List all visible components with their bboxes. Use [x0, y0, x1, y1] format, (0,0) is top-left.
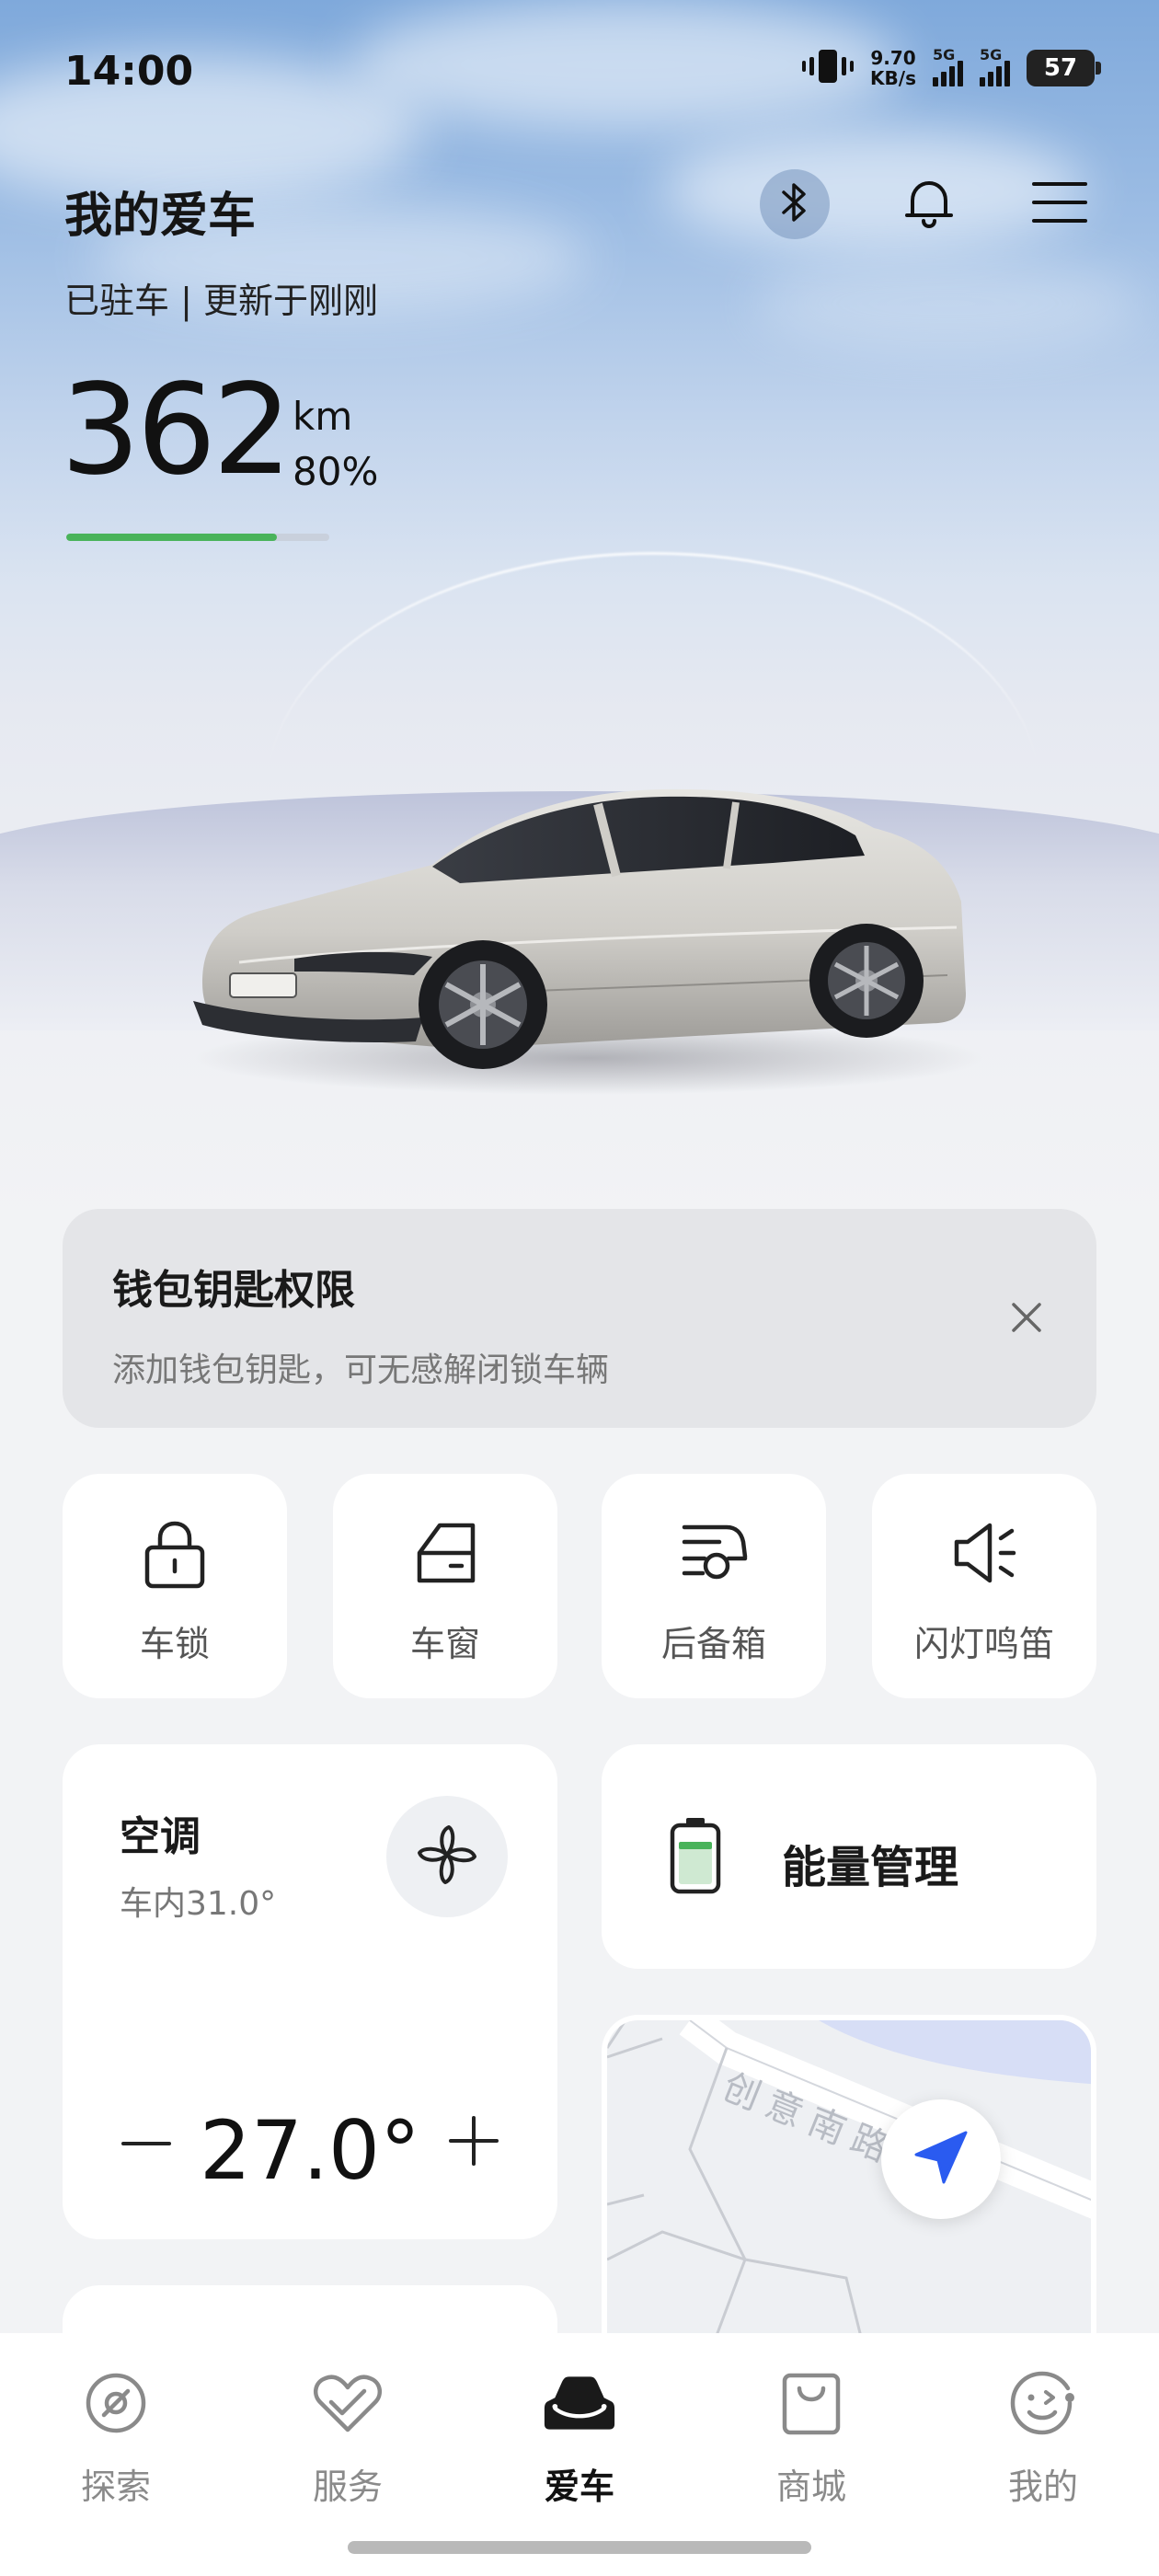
status-time: 14:00 [64, 48, 194, 95]
net-speed-value: 9.70 [870, 47, 916, 69]
tab-shop-label: 商城 [775, 2467, 846, 2507]
car-icon [543, 2366, 616, 2440]
battery-level-icon [670, 1816, 721, 1899]
notifications-button[interactable] [894, 169, 964, 239]
page-title: 我的爱车 [64, 189, 257, 244]
menu-button[interactable] [1025, 169, 1095, 239]
lock-icon [129, 1507, 221, 1599]
status-bar: 14:00 9.70 KB/s 5G 5G 57 [0, 0, 1159, 156]
climate-title: 空调 [120, 1813, 201, 1860]
tab-shop[interactable]: 商城 [738, 2366, 885, 2523]
range-value: 362 [61, 358, 293, 503]
plus-icon [449, 2116, 499, 2169]
climate-card[interactable]: 空调 车内31.0° 27.0° [63, 1744, 557, 2239]
climate-power-button[interactable] [386, 1796, 508, 1917]
battery-progress-fill [66, 534, 277, 541]
tab-explore[interactable]: 探索 [42, 2366, 189, 2523]
lock-control-button[interactable]: 车锁 [63, 1474, 287, 1698]
navigation-arrow-icon [909, 2125, 973, 2193]
explore-icon [79, 2366, 153, 2440]
temperature-decrease-button[interactable] [114, 2110, 178, 2175]
temperature-increase-button[interactable] [442, 2110, 506, 2175]
fan-icon [412, 1820, 482, 1893]
horn-icon [938, 1507, 1030, 1599]
wallet-key-description: 添加钱包钥匙，可无感解闭锁车辆 [112, 1351, 610, 1389]
window-control-label: 车窗 [409, 1624, 480, 1664]
energy-management-label: 能量管理 [782, 1842, 959, 1893]
trunk-control-button[interactable]: 后备箱 [602, 1474, 826, 1698]
signal-1-tag: 5G [933, 46, 956, 63]
flash-horn-control-button[interactable]: 闪灯鸣笛 [872, 1474, 1096, 1698]
shop-icon [775, 2366, 848, 2440]
tab-explore-label: 探索 [80, 2467, 151, 2507]
trunk-icon [668, 1507, 760, 1599]
home-indicator[interactable] [348, 2541, 811, 2554]
signal-1-icon: 5G [933, 46, 963, 86]
status-indicators: 9.70 KB/s 5G 5G 57 [802, 46, 1101, 88]
trunk-control-label: 后备箱 [660, 1624, 766, 1664]
minus-icon [121, 2134, 171, 2152]
menu-icon [1032, 175, 1087, 234]
flash-horn-control-label: 闪灯鸣笛 [913, 1624, 1054, 1664]
vibrate-icon [802, 48, 855, 88]
battery-percent: 80% [293, 449, 379, 494]
tab-profile[interactable]: 我的 [970, 2366, 1117, 2523]
wallet-key-title: 钱包钥匙权限 [112, 1267, 355, 1314]
tab-profile-label: 我的 [1007, 2467, 1078, 2507]
energy-management-card[interactable]: 能量管理 [602, 1744, 1096, 1969]
tab-service[interactable]: 服务 [274, 2366, 421, 2523]
battery-indicator: 57 [1027, 50, 1101, 86]
battery-progress-bar [66, 534, 329, 541]
bluetooth-icon [776, 179, 813, 229]
car-image[interactable] [184, 754, 993, 1104]
park-status: 已驻车 | 更新于刚刚 [64, 281, 378, 321]
bottom-tab-bar: 探索 服务 爱车 商城 我的 [0, 2333, 1159, 2576]
profile-icon [1006, 2366, 1080, 2440]
signal-2-tag: 5G [980, 46, 1003, 63]
bell-icon [900, 173, 958, 236]
close-icon [1004, 1303, 1049, 1343]
navigate-button[interactable] [881, 2099, 1001, 2219]
inside-temperature: 车内31.0° [120, 1885, 277, 1923]
net-speed: 9.70 KB/s [870, 48, 916, 88]
tab-car-label: 爱车 [544, 2467, 614, 2507]
tab-car[interactable]: 爱车 [506, 2366, 653, 2523]
wallet-banner-close-button[interactable] [1004, 1295, 1049, 1340]
bluetooth-button[interactable] [760, 169, 830, 239]
wallet-key-banner[interactable]: 钱包钥匙权限 添加钱包钥匙，可无感解闭锁车辆 [63, 1209, 1096, 1428]
lock-control-label: 车锁 [139, 1624, 210, 1664]
range-unit: km [293, 394, 353, 439]
signal-2-icon: 5G [980, 46, 1010, 86]
net-speed-unit: KB/s [870, 67, 916, 89]
window-icon [399, 1507, 491, 1599]
tab-service-label: 服务 [312, 2467, 383, 2507]
window-control-button[interactable]: 车窗 [333, 1474, 557, 1698]
service-icon [311, 2366, 384, 2440]
